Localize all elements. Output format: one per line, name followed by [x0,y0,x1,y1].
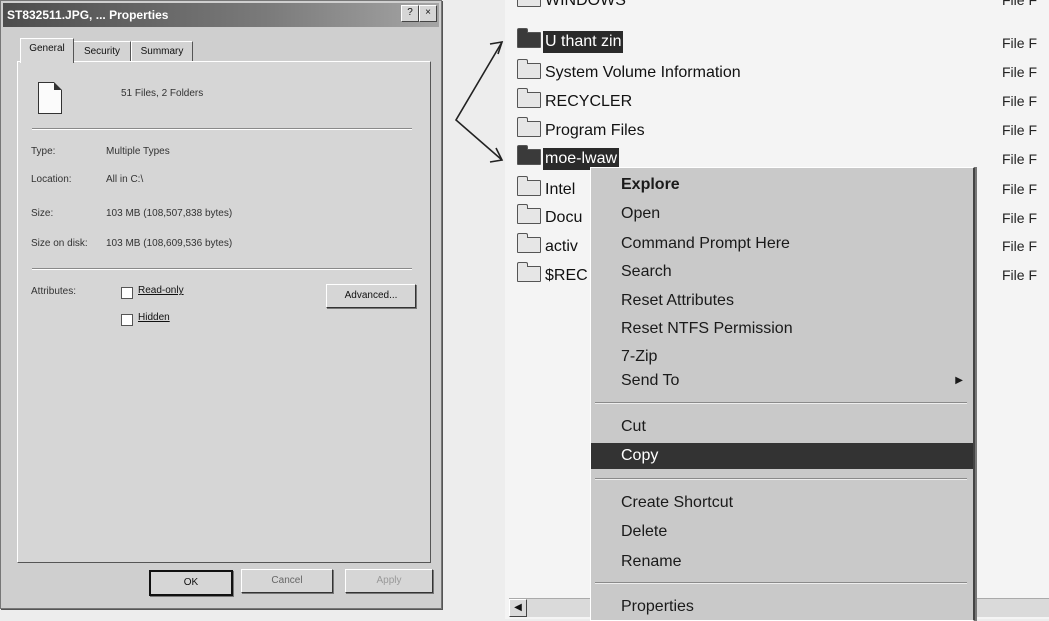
readonly-checkbox[interactable] [121,287,133,299]
location-label: Location: [31,174,72,185]
menu-item-delete[interactable]: Delete [591,519,973,545]
folder-name: Program Files [545,122,645,139]
tab-security[interactable]: Security [73,41,131,62]
folder-icon [517,88,541,108]
help-button[interactable]: ? [401,5,419,22]
type-cell: File F [1002,64,1037,80]
submenu-arrow-icon: ▶ [955,375,963,386]
folder-icon [517,233,541,253]
folder-name: Intel [545,181,576,198]
folder-name: WINDOWS [545,0,626,9]
readonly-label[interactable]: Read-only [138,285,184,296]
advanced-button[interactable]: Advanced... [326,284,416,308]
menu-item-7zip[interactable]: 7-Zip [591,344,973,370]
folder-icon [517,28,541,48]
folder-icon [517,204,541,224]
menu-item-command-prompt[interactable]: Command Prompt Here [591,231,973,257]
list-item[interactable]: RECYCLER [517,88,634,113]
properties-dialog: ST832511.JPG, ... Properties ? × General… [0,0,442,609]
location-value: All in C:\ [106,174,144,185]
size-value: 103 MB (108,507,838 bytes) [106,208,233,219]
type-cell: File F [1002,181,1037,197]
list-item[interactable]: Docu [517,204,584,229]
folder-icon [517,59,541,79]
close-button[interactable]: × [419,5,437,22]
folder-icon [517,145,541,165]
size-on-disk-label: Size on disk: [31,238,88,249]
menu-item-copy[interactable]: Copy [591,443,973,469]
divider [32,268,412,270]
tab-general[interactable]: General [20,38,74,63]
apply-button[interactable]: Apply [345,569,433,593]
file-count-summary: 51 Files, 2 Folders [121,88,204,99]
menu-item-cut[interactable]: Cut [591,414,973,440]
menu-item-create-shortcut[interactable]: Create Shortcut [591,490,973,516]
menu-item-label: Send To [621,372,680,389]
bracket-line [454,41,503,161]
tab-summary[interactable]: Summary [131,41,193,62]
menu-item-reset-attributes[interactable]: Reset Attributes [591,288,973,314]
folder-name: $REC [545,267,588,284]
menu-item-send-to[interactable]: Send To ▶ [591,368,973,394]
list-item[interactable]: Program Files [517,117,647,142]
hidden-checkbox[interactable] [121,314,133,326]
folder-icon [517,176,541,196]
list-item[interactable]: System Volume Information [517,59,743,84]
folder-icon [517,117,541,137]
list-item[interactable]: WINDOWS [517,0,628,12]
hidden-label[interactable]: Hidden [138,312,170,323]
list-item[interactable]: Intel [517,176,577,201]
type-cell: File F [1002,210,1037,226]
dialog-title: ST832511.JPG, ... Properties [3,3,439,27]
menu-item-open[interactable]: Open [591,201,973,227]
type-cell: File F [1002,267,1037,283]
type-cell: File F [1002,35,1037,51]
folder-icon [517,262,541,282]
divider [32,128,412,130]
type-cell: File F [1002,93,1037,109]
menu-item-reset-ntfs[interactable]: Reset NTFS Permission [591,316,973,342]
type-cell: File F [1002,238,1037,254]
list-item-selected[interactable]: U thant zin [517,28,624,53]
list-item[interactable]: activ [517,233,580,258]
menu-item-rename[interactable]: Rename [591,549,973,575]
general-tab-panel: 51 Files, 2 Folders Type: Multiple Types… [17,61,431,563]
list-item[interactable]: $REC [517,262,590,287]
menu-separator [595,478,967,480]
menu-separator [595,402,967,404]
ok-button[interactable]: OK [149,570,233,596]
context-menu: Explore Open Command Prompt Here Search … [590,167,975,621]
folder-icon [517,0,541,7]
type-cell: File F [1002,151,1037,167]
cancel-button[interactable]: Cancel [241,569,333,593]
menu-item-search[interactable]: Search [591,259,973,285]
scroll-left-icon[interactable]: ◀ [509,599,527,617]
folder-name: activ [545,238,578,255]
type-value: Multiple Types [106,146,170,157]
size-label: Size: [31,208,54,219]
menu-item-explore[interactable]: Explore [591,172,973,198]
type-cell: File F [1002,0,1037,8]
menu-item-properties[interactable]: Properties [591,594,973,620]
folder-name: Docu [545,209,583,226]
callout-arrows [454,40,504,163]
menu-separator [595,582,967,584]
type-cell: File F [1002,122,1037,138]
folder-name: System Volume Information [545,64,741,81]
folder-name: U thant zin [543,31,624,53]
folder-name: RECYCLER [545,93,633,110]
size-on-disk-value: 103 MB (108,609,536 bytes) [106,238,233,249]
type-label: Type: [31,146,56,157]
attributes-label: Attributes: [31,286,77,297]
multiple-files-icon [38,82,62,114]
